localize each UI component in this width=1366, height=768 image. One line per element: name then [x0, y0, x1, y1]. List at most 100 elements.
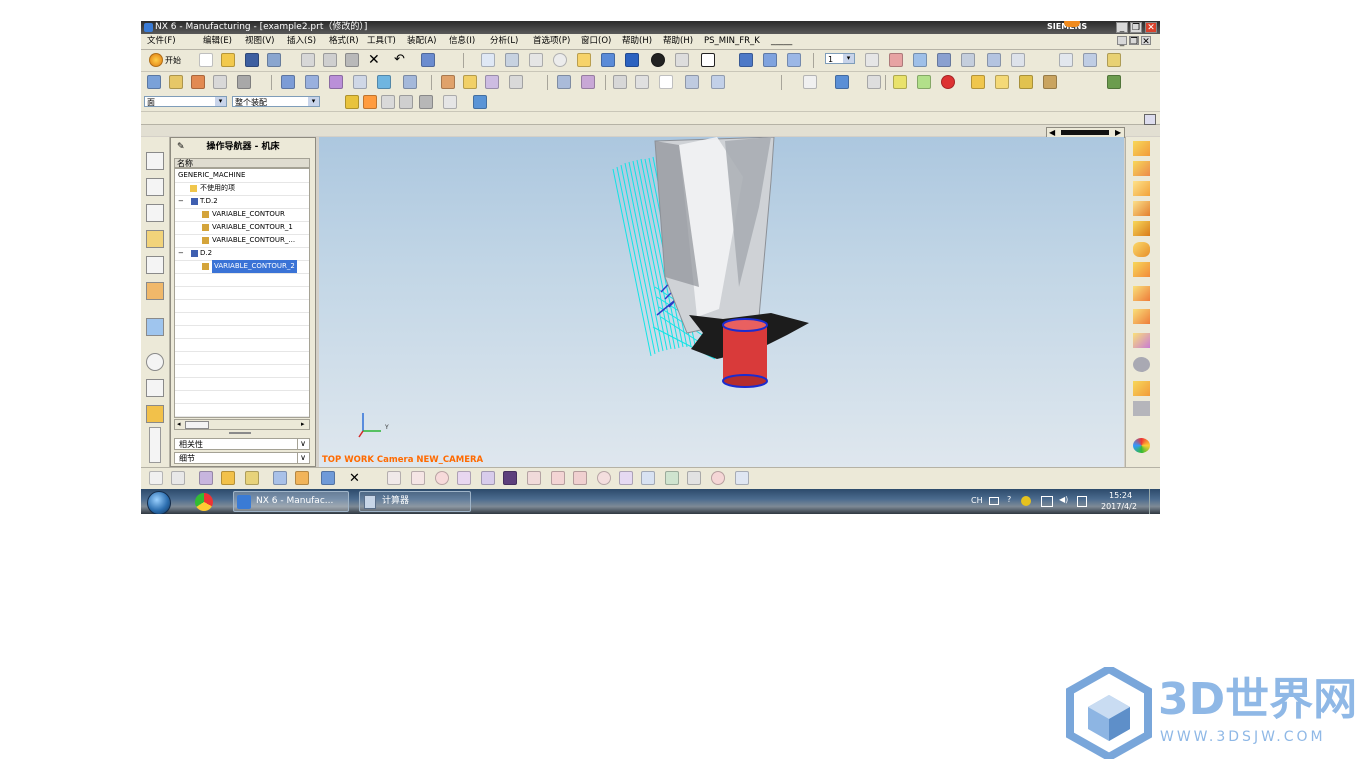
- menu-format[interactable]: 格式(R): [329, 35, 359, 47]
- op-line-icon-2[interactable]: [411, 471, 425, 485]
- machine-control-icon[interactable]: [441, 75, 455, 89]
- op-arc-icon-1[interactable]: [551, 471, 565, 485]
- dependencies-panel[interactable]: 相关性 ∨: [174, 438, 310, 450]
- op-grid-icon-6[interactable]: [641, 471, 655, 485]
- undo-icon[interactable]: ↶: [394, 53, 405, 67]
- arrow-right-icon[interactable]: [917, 75, 931, 89]
- navigator-hscrollbar[interactable]: ◂ ▸: [174, 419, 310, 430]
- type-filter-combo[interactable]: 面 ▾: [144, 96, 227, 107]
- start-button-label[interactable]: 开始: [165, 55, 181, 66]
- menu-help-2[interactable]: 帮助(H): [663, 35, 693, 47]
- action-center-icon[interactable]: [1077, 496, 1087, 507]
- system-materials-icon[interactable]: [146, 379, 164, 397]
- save-as-icon[interactable]: [267, 53, 281, 67]
- start-icon[interactable]: [149, 53, 163, 67]
- perspective-icon[interactable]: [601, 53, 615, 67]
- zoom-icon[interactable]: [529, 53, 543, 67]
- taskbar-calculator-button[interactable]: 计算器: [359, 491, 471, 512]
- select-feature-icon[interactable]: [763, 53, 777, 67]
- simulate-icon[interactable]: [377, 75, 391, 89]
- tree-row[interactable]: VARIABLE_CONTOUR_...: [175, 234, 309, 248]
- palette-cube-icon-5[interactable]: [1133, 221, 1150, 236]
- create-program-icon[interactable]: [147, 75, 161, 89]
- minimize-button[interactable]: _: [1116, 22, 1128, 33]
- scroll-right-icon[interactable]: ▶: [1115, 128, 1121, 137]
- batch-process-icon[interactable]: [509, 75, 523, 89]
- measure-icon[interactable]: [961, 53, 975, 67]
- layer-combo[interactable]: 1 ▾: [825, 53, 855, 64]
- op-grid-icon-3[interactable]: [503, 471, 517, 485]
- history-icon[interactable]: [146, 353, 164, 371]
- palette-view-icon-2[interactable]: [1133, 309, 1150, 324]
- scroll-left-icon[interactable]: ◀: [1049, 128, 1055, 137]
- select-3d-icon[interactable]: [473, 95, 487, 109]
- op-grid-icon-7[interactable]: [665, 471, 679, 485]
- palette-cube-icon-4[interactable]: [1133, 201, 1150, 216]
- clock-time[interactable]: 15:24: [1109, 491, 1132, 500]
- op-grid-icon-5[interactable]: [619, 471, 633, 485]
- tree-row[interactable]: GENERIC_MACHINE: [175, 169, 309, 183]
- hscroll-left-icon[interactable]: ◂: [177, 420, 181, 429]
- network-icon[interactable]: [1041, 496, 1053, 507]
- clock-date[interactable]: 2017/4/2: [1101, 502, 1137, 511]
- arrow-left-icon[interactable]: [893, 75, 907, 89]
- postprocess-icon[interactable]: [403, 75, 417, 89]
- collapse-icon[interactable]: −: [178, 195, 184, 208]
- show-hide-icon[interactable]: [889, 53, 903, 67]
- tree-row[interactable]: 不使用的项: [175, 182, 309, 196]
- save-icon[interactable]: [245, 53, 259, 67]
- snap-icon[interactable]: [1043, 75, 1057, 89]
- mid-point-icon[interactable]: [381, 95, 395, 109]
- end-point-icon[interactable]: [363, 95, 377, 109]
- menu-window[interactable]: 窗口(O): [581, 35, 611, 47]
- constraint-navigator-icon[interactable]: [146, 178, 164, 196]
- palette-view-icon-3[interactable]: [1133, 333, 1150, 348]
- restore-button[interactable]: ❐: [1130, 22, 1142, 33]
- op-grid-icon-9[interactable]: [735, 471, 749, 485]
- tree-row[interactable]: − T.D.2: [175, 195, 309, 209]
- section-icon[interactable]: [971, 75, 985, 89]
- background-icon[interactable]: [701, 53, 715, 67]
- op-icon-6[interactable]: [273, 471, 287, 485]
- menu-assembly[interactable]: 装配(A): [407, 35, 436, 47]
- wcs-icon[interactable]: [865, 53, 879, 67]
- menu-edit[interactable]: 编辑(E): [203, 35, 232, 47]
- op-delete-icon[interactable]: ✕: [349, 471, 360, 486]
- palette-cylinder-icon[interactable]: [1133, 242, 1150, 257]
- output-cls-icon[interactable]: [485, 75, 499, 89]
- palette-cube-icon-3[interactable]: [1133, 181, 1150, 196]
- language-indicator[interactable]: CH: [971, 496, 983, 505]
- palette-cube-icon-1[interactable]: [1133, 141, 1150, 156]
- verify-path-icon[interactable]: [329, 75, 343, 89]
- op-grid-icon-1[interactable]: [457, 471, 471, 485]
- hscroll-thumb[interactable]: [185, 421, 209, 429]
- object-display-icon[interactable]: [937, 53, 951, 67]
- cut-icon[interactable]: [301, 53, 315, 67]
- op-icon-7[interactable]: [295, 471, 309, 485]
- op-icon-4[interactable]: [221, 471, 235, 485]
- doc-minimize-button[interactable]: _: [1117, 36, 1127, 47]
- machine-tool-navigator-icon[interactable]: [146, 282, 164, 300]
- start-button[interactable]: [147, 491, 171, 514]
- intersection-icon[interactable]: [419, 95, 433, 109]
- shop-docs-icon[interactable]: [463, 75, 477, 89]
- table-icon[interactable]: [1059, 53, 1073, 67]
- menu-tools[interactable]: 工具(T): [367, 35, 396, 47]
- process-studio-icon[interactable]: [146, 405, 164, 423]
- list-path-icon[interactable]: [353, 75, 367, 89]
- tray-app-icon[interactable]: [1021, 496, 1031, 506]
- resource-bar-scroll[interactable]: [149, 427, 161, 463]
- menu-preferences[interactable]: 首选项(P): [533, 35, 570, 47]
- graphics-window[interactable]: Y TOP WORK Camera NEW_CAMERA: [319, 137, 1124, 467]
- cylinder-icon[interactable]: [835, 75, 849, 89]
- color-palette-icon[interactable]: [941, 75, 955, 89]
- selection-arrow-icon[interactable]: [739, 53, 753, 67]
- open-folder-icon[interactable]: [221, 53, 235, 67]
- palette-cube-icon-2[interactable]: [1133, 161, 1150, 176]
- filter-icon[interactable]: [1019, 75, 1033, 89]
- menu-insert[interactable]: 插入(S): [287, 35, 316, 47]
- assembly-navigator-icon[interactable]: [146, 152, 164, 170]
- op-icon-2[interactable]: [171, 471, 185, 485]
- delete-icon[interactable]: ✕: [368, 53, 380, 67]
- taskbar-nx-button[interactable]: NX 6 - Manufac...: [233, 491, 349, 512]
